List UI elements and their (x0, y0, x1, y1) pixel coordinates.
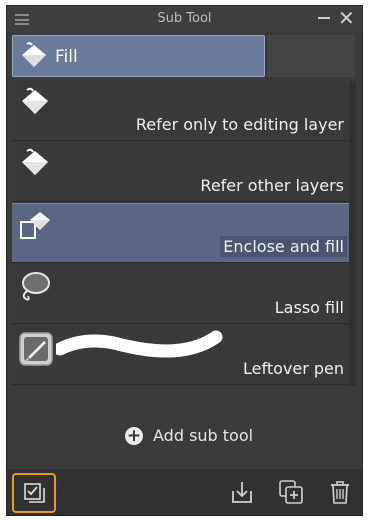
panel-title: Sub Tool (157, 11, 212, 26)
delete-sub-tool-button[interactable] (327, 479, 353, 505)
enclose-fill-icon (18, 210, 52, 248)
trash-icon (331, 481, 349, 504)
leftover-pen-icon (18, 331, 54, 371)
brush-stroke-preview (56, 330, 223, 358)
title-bar: Sub Tool ✕ (7, 6, 362, 32)
list-item-enclose-and-fill[interactable]: Enclose and fill (12, 203, 349, 263)
fill-bucket-icon (18, 87, 52, 123)
import-sub-tool-button[interactable] (229, 479, 255, 505)
lasso-icon (18, 270, 52, 308)
list-item-refer-only-editing-layer[interactable]: Refer only to editing layer (12, 81, 349, 141)
add-circle-icon: + (125, 426, 143, 446)
sub-tool-list: Refer only to editing layer Refer other … (12, 81, 349, 386)
duplicate-icon (279, 480, 303, 504)
list-item-label: Enclose and fill (220, 236, 347, 257)
bottom-toolbar (7, 469, 362, 515)
tab-fill-label: Fill (55, 47, 78, 67)
minimize-icon[interactable] (318, 17, 330, 19)
list-item-label: Refer other layers (200, 176, 344, 195)
list-scrollbar[interactable] (349, 81, 356, 386)
list-item-label: Lasso fill (274, 298, 344, 317)
list-item-label: Leftover pen (242, 359, 344, 378)
tab-empty-area (267, 35, 355, 77)
download-icon (232, 482, 252, 503)
list-item-lasso-fill[interactable]: Lasso fill (12, 264, 349, 324)
list-item-refer-other-layers[interactable]: Refer other layers (12, 142, 349, 202)
close-icon[interactable]: ✕ (338, 8, 355, 28)
list-item-leftover-pen[interactable]: Leftover pen (12, 325, 349, 385)
sub-tool-panel: Sub Tool ✕ Fill Refer only to editing la… (6, 5, 363, 516)
tab-fill[interactable]: Fill (12, 35, 265, 77)
fill-bucket-icon (18, 42, 50, 76)
add-sub-tool-label: Add sub tool (153, 426, 254, 445)
checkbox-settings-icon (24, 483, 45, 503)
tool-settings-button[interactable] (12, 473, 56, 513)
duplicate-sub-tool-button[interactable] (278, 479, 304, 505)
add-sub-tool-button[interactable]: + Add sub tool (12, 416, 349, 456)
fill-bucket-icon (18, 148, 52, 184)
list-item-label: Refer only to editing layer (135, 115, 344, 134)
